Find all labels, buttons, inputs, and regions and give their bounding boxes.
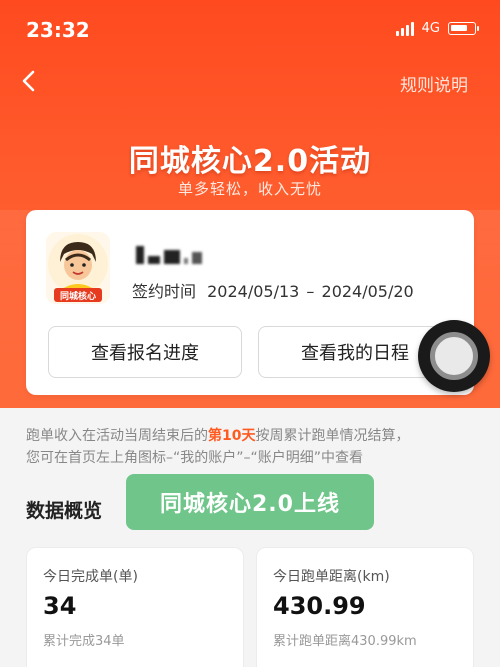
stat-value: 430.99 [273,592,366,620]
notice-line2: 您可在首页左上角图标–“我的账户”–“账户明细”中查看 [26,450,364,466]
contract-start: 2024/05/13 [207,282,300,301]
view-registration-progress-button[interactable]: 查看报名进度 [48,326,242,378]
profile-card: 同城核心 签约时间 2024/05/13 – 2024/05/20 查看报名进度… [26,210,474,395]
notice-part2: 按周累计跑单情况结算， [255,428,410,444]
stat-label: 今日跑单距离(km) [273,569,390,585]
stat-subtext: 累计跑单距离430.99km [273,634,417,649]
hero-title: 同城核心2.0活动 [128,144,372,179]
stat-value: 34 [43,592,77,620]
user-name-redacted [136,242,202,264]
notice-part1: 跑单收入在活动当周结束后的 [26,428,208,444]
nav-bar: 规则说明 [0,60,500,104]
battery-icon [448,22,479,35]
rules-link[interactable]: 规则说明 [400,71,468,96]
launch-toast: 同城核心2.0上线 [126,474,374,530]
hero-subtitle: 单多轻松，收入无忧 [177,180,322,198]
contract-separator: – [306,282,315,301]
stat-label: 今日完成单(单) [43,569,138,585]
avatar-badge-text: 同城核心 [59,292,96,302]
signal-icon [395,21,414,36]
avatar: 同城核心 [46,232,110,304]
stat-subtext: 累计完成34单 [43,634,125,649]
network-label: 4G [421,21,440,36]
assistive-touch-ring [430,332,478,380]
contract-end: 2024/05/20 [321,282,414,301]
status-indicators: 4G [395,21,479,36]
chevron-left-icon[interactable] [18,66,40,96]
stat-card-distance: 今日跑单距离(km) 430.99 累计跑单距离430.99km [256,547,474,667]
notice-highlight: 第10天 [208,428,256,444]
stat-card-orders: 今日完成单(单) 34 累计完成34单 [26,547,244,667]
data-overview-title: 数据概览 [26,500,103,522]
contract-period: 签约时间 2024/05/13 – 2024/05/20 [132,278,414,302]
status-bar: 23:32 4G [0,0,500,60]
settlement-notice: 跑单收入在活动当周结束后的第10天按周累计跑单情况结算， 您可在首页左上角图标–… [26,425,474,469]
contract-label: 签约时间 [132,282,197,301]
status-time: 23:32 [26,18,90,42]
assistive-touch-icon[interactable] [418,320,490,392]
